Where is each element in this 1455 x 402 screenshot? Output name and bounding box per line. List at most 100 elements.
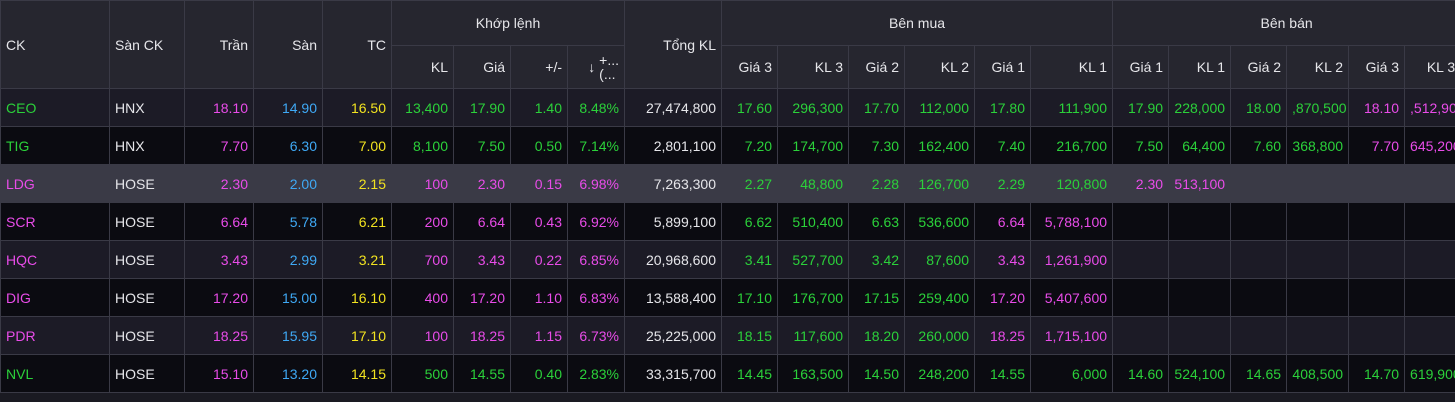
symbol-cell[interactable]: HQC: [0, 240, 110, 279]
buy-price-1-cell[interactable]: 17.20: [974, 278, 1032, 317]
buy-price-3-cell[interactable]: 6.62: [721, 202, 779, 241]
table-row[interactable]: CEO HNX 18.10 14.90 16.50 13,400 17.90 1…: [0, 88, 1455, 127]
col-header-sell-price-2[interactable]: Giá 2: [1230, 45, 1288, 89]
table-row[interactable]: TIG HNX 7.70 6.30 7.00 8,100 7.50 0.50 7…: [0, 126, 1455, 165]
match-pct-cell: 6.85%: [566, 240, 626, 279]
col-header-exchange[interactable]: Sàn CK: [109, 0, 185, 89]
col-header-sell-price-1[interactable]: Giá 1: [1112, 45, 1170, 89]
col-header-buy-price-1[interactable]: Giá 1: [974, 45, 1032, 89]
sell-price-2-cell[interactable]: 18.00: [1230, 88, 1288, 127]
col-header-buy-vol-3[interactable]: KL 3: [777, 45, 850, 89]
buy-price-3-cell[interactable]: 18.15: [721, 316, 779, 355]
buy-price-2-cell[interactable]: 18.20: [848, 316, 906, 355]
symbol-cell[interactable]: TIG: [0, 126, 110, 165]
buy-price-2-cell[interactable]: 7.30: [848, 126, 906, 165]
col-header-ref[interactable]: TC: [322, 0, 392, 89]
buy-price-1-cell[interactable]: 18.25: [974, 316, 1032, 355]
buy-price-3-cell[interactable]: 7.20: [721, 126, 779, 165]
symbol-cell[interactable]: NVL: [0, 354, 110, 393]
sell-price-3-cell[interactable]: [1348, 164, 1406, 203]
buy-price-2-cell[interactable]: 2.28: [848, 164, 906, 203]
sell-price-1-cell[interactable]: [1112, 240, 1170, 279]
buy-price-1-cell[interactable]: 3.43: [974, 240, 1032, 279]
table-row[interactable]: LDG HOSE 2.30 2.00 2.15 100 2.30 0.15 6.…: [0, 164, 1455, 203]
buy-price-1-cell[interactable]: 2.29: [974, 164, 1032, 203]
sell-vol-2-cell: 408,500: [1286, 354, 1350, 393]
col-header-sell-vol-3[interactable]: KL 3: [1404, 45, 1455, 89]
sell-price-1-cell[interactable]: 17.90: [1112, 88, 1170, 127]
match-kl-cell: 400: [391, 278, 454, 317]
match-price-cell: 14.55: [453, 354, 511, 393]
symbol-cell[interactable]: LDG: [0, 164, 110, 203]
sell-price-1-cell[interactable]: 7.50: [1112, 126, 1170, 165]
buy-price-1-cell[interactable]: 7.40: [974, 126, 1032, 165]
buy-price-2-cell[interactable]: 14.50: [848, 354, 906, 393]
col-header-match-price[interactable]: Giá: [453, 45, 511, 89]
symbol-cell[interactable]: CEO: [0, 88, 110, 127]
exchange-cell: HOSE: [109, 202, 185, 241]
sell-price-3-cell[interactable]: [1348, 240, 1406, 279]
buy-price-1-cell[interactable]: 17.80: [974, 88, 1032, 127]
col-header-buy-vol-2[interactable]: KL 2: [904, 45, 976, 89]
col-header-sell-price-3[interactable]: Giá 3: [1348, 45, 1406, 89]
sell-price-1-cell[interactable]: [1112, 316, 1170, 355]
sell-price-2-cell[interactable]: [1230, 240, 1288, 279]
col-header-match-pct[interactable]: ↓ +... (...: [566, 45, 626, 89]
col-header-floor[interactable]: Sàn: [253, 0, 323, 89]
col-header-buy-price-3[interactable]: Giá 3: [721, 45, 779, 89]
sell-price-2-cell[interactable]: [1230, 202, 1288, 241]
match-change-cell: 0.15: [510, 164, 568, 203]
buy-price-2-cell[interactable]: 17.70: [848, 88, 906, 127]
col-header-sell-vol-1[interactable]: KL 1: [1168, 45, 1232, 89]
sell-vol-3-cell: ,512,900: [1404, 88, 1455, 127]
sell-vol-3-cell: [1404, 316, 1455, 355]
sell-price-3-cell[interactable]: [1348, 278, 1406, 317]
sell-price-2-cell[interactable]: [1230, 278, 1288, 317]
symbol-cell[interactable]: PDR: [0, 316, 110, 355]
sell-price-1-cell[interactable]: 14.60: [1112, 354, 1170, 393]
ceiling-cell: 15.10: [184, 354, 254, 393]
buy-price-3-cell[interactable]: 3.41: [721, 240, 779, 279]
sell-price-2-cell[interactable]: 14.65: [1230, 354, 1288, 393]
buy-price-1-cell[interactable]: 6.64: [974, 202, 1032, 241]
col-header-buy-vol-1[interactable]: KL 1: [1030, 45, 1114, 89]
table-row[interactable]: DIG HOSE 17.20 15.00 16.10 400 17.20 1.1…: [0, 278, 1455, 317]
table-row[interactable]: NVL HOSE 15.10 13.20 14.15 500 14.55 0.4…: [0, 354, 1455, 393]
symbol-cell[interactable]: DIG: [0, 278, 110, 317]
table-row[interactable]: HQC HOSE 3.43 2.99 3.21 700 3.43 0.22 6.…: [0, 240, 1455, 279]
sell-price-3-cell[interactable]: 14.70: [1348, 354, 1406, 393]
buy-price-3-cell[interactable]: 14.45: [721, 354, 779, 393]
buy-price-1-cell[interactable]: 14.55: [974, 354, 1032, 393]
col-header-match-kl[interactable]: KL: [391, 45, 454, 89]
col-header-ceiling[interactable]: Trần: [184, 0, 254, 89]
buy-price-2-cell[interactable]: 17.15: [848, 278, 906, 317]
buy-price-3-cell[interactable]: 17.60: [721, 88, 779, 127]
symbol-cell[interactable]: SCR: [0, 202, 110, 241]
table-row[interactable]: PDR HOSE 18.25 15.95 17.10 100 18.25 1.1…: [0, 316, 1455, 355]
sell-price-3-cell[interactable]: [1348, 316, 1406, 355]
buy-price-2-cell[interactable]: 3.42: [848, 240, 906, 279]
sell-price-1-cell[interactable]: 2.30: [1112, 164, 1170, 203]
sell-price-3-cell[interactable]: [1348, 202, 1406, 241]
buy-price-2-cell[interactable]: 6.63: [848, 202, 906, 241]
buy-price-3-cell[interactable]: 17.10: [721, 278, 779, 317]
sell-price-2-cell[interactable]: [1230, 316, 1288, 355]
buy-vol-1-cell: 216,700: [1030, 126, 1114, 165]
match-price-cell: 3.43: [453, 240, 511, 279]
sell-price-2-cell[interactable]: 7.60: [1230, 126, 1288, 165]
buy-vol-3-cell: 296,300: [777, 88, 850, 127]
sell-price-2-cell[interactable]: [1230, 164, 1288, 203]
col-header-total-kl[interactable]: Tổng KL: [624, 0, 723, 89]
sell-price-3-cell[interactable]: 18.10: [1348, 88, 1406, 127]
col-header-match-change[interactable]: +/-: [510, 45, 568, 89]
sell-price-1-cell[interactable]: [1112, 278, 1170, 317]
col-header-sell-vol-2[interactable]: KL 2: [1286, 45, 1350, 89]
buy-price-3-cell[interactable]: 2.27: [721, 164, 779, 203]
sell-price-3-cell[interactable]: 7.70: [1348, 126, 1406, 165]
buy-vol-3-cell: 117,600: [777, 316, 850, 355]
sell-price-1-cell[interactable]: [1112, 202, 1170, 241]
col-header-ck[interactable]: CK: [0, 0, 110, 89]
sort-arrow-down-icon: ↓: [588, 59, 596, 75]
table-row[interactable]: SCR HOSE 6.64 5.78 6.21 200 6.64 0.43 6.…: [0, 202, 1455, 241]
col-header-buy-price-2[interactable]: Giá 2: [848, 45, 906, 89]
